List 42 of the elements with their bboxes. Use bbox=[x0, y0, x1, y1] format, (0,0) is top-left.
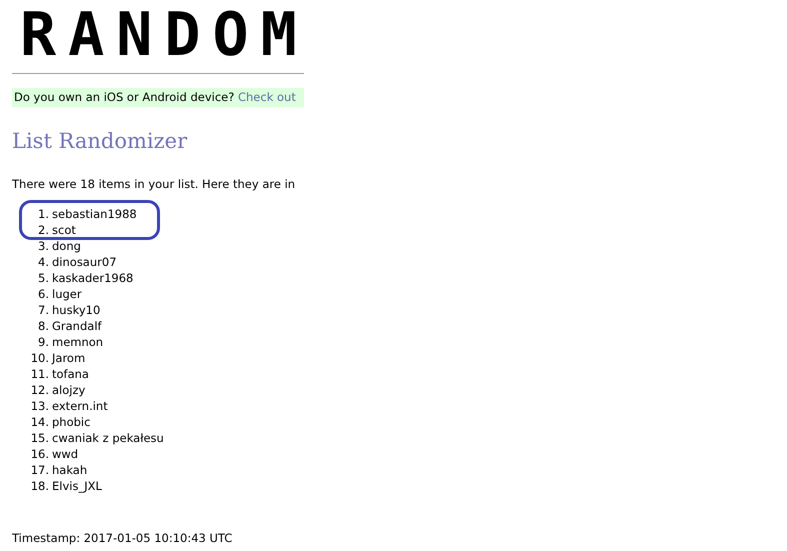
list-item: luger bbox=[52, 286, 82, 302]
list-item: tofana bbox=[52, 366, 89, 382]
list-item: alojzy bbox=[52, 382, 86, 398]
summary-text: There were 18 items in your list. Here they are in bbox=[12, 177, 296, 191]
item-number: 9. bbox=[37, 334, 50, 350]
item-number: 10. bbox=[30, 350, 50, 366]
item-number: 16. bbox=[30, 446, 50, 462]
list-item: memnon bbox=[52, 334, 104, 350]
timestamp: Timestamp: 2017-01-05 10:10:43 UTC bbox=[12, 531, 234, 545]
item-number: 18. bbox=[30, 478, 50, 494]
list-item: extern.int bbox=[52, 398, 108, 414]
item-number: 14. bbox=[30, 414, 50, 430]
item-number: 3. bbox=[37, 238, 50, 254]
list-item: kaskader1968 bbox=[52, 270, 134, 286]
list-item: cwaniak z pekałesu bbox=[52, 430, 164, 446]
app-link[interactable]: Check out bbox=[238, 90, 296, 104]
item-number: 8. bbox=[37, 318, 50, 334]
list-item: Grandalf bbox=[52, 318, 102, 334]
page-heading: List Randomizer bbox=[12, 129, 188, 153]
item-number: 17. bbox=[30, 462, 50, 478]
item-number: 13. bbox=[30, 398, 50, 414]
item-number: 15. bbox=[30, 430, 50, 446]
item-number: 11. bbox=[30, 366, 50, 382]
list-item: scot bbox=[52, 222, 76, 238]
list-item: Jarom bbox=[52, 350, 86, 366]
item-number: 6. bbox=[37, 286, 50, 302]
list-item: husky10 bbox=[52, 302, 100, 318]
item-number: 12. bbox=[30, 382, 50, 398]
site-logo: RANDOM bbox=[19, 0, 304, 66]
item-number: 1. bbox=[37, 206, 50, 222]
item-number: 4. bbox=[37, 254, 50, 270]
item-number: 7. bbox=[37, 302, 50, 318]
list-item: hakah bbox=[52, 462, 88, 478]
list-item: dinosaur07 bbox=[52, 254, 117, 270]
item-number: 5. bbox=[37, 270, 50, 286]
notice-text: Do you own an iOS or Android device? bbox=[14, 90, 236, 104]
list-item: phobic bbox=[52, 414, 90, 430]
list-item: Elvis_JXL bbox=[52, 478, 102, 494]
list-item: sebastian1988 bbox=[52, 206, 137, 222]
item-number: 2. bbox=[37, 222, 50, 238]
list-item: dong bbox=[52, 238, 81, 254]
list-item: wwd bbox=[52, 446, 78, 462]
